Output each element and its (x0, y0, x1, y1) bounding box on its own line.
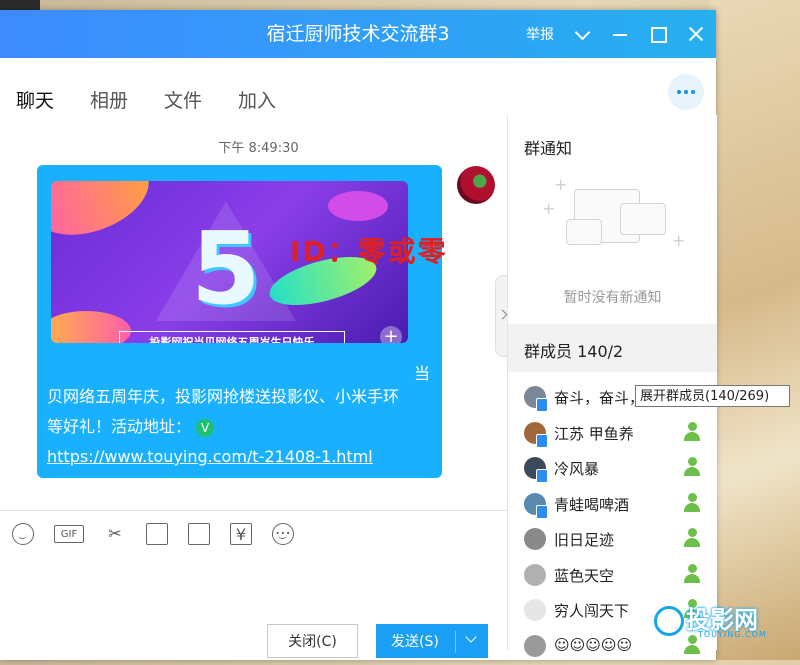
maximize-icon[interactable] (648, 24, 668, 44)
member-name: ☺☺☺☺☺ (554, 636, 632, 654)
members-count: 群成员 140/2 (524, 338, 623, 362)
scissors-icon[interactable]: ✂ (104, 523, 126, 545)
member-item[interactable]: 蓝色天空 (508, 559, 717, 595)
close-button[interactable]: 关闭(C) (267, 624, 358, 658)
message-bubble[interactable]: 5 投影网祝当贝网络五周岁生日快乐 + 贝网络五周年庆，投影网抢楼送投影仪、小米… (37, 165, 442, 478)
member-item[interactable]: 青蛙喝啤酒 (508, 488, 717, 524)
chat-bubble-illustration (566, 219, 602, 245)
activity-link[interactable]: https://www.touying.com/t-21408-1.html (47, 447, 373, 466)
send-button[interactable]: 发送(S) (376, 624, 488, 658)
notice-empty-text: 暂时没有新通知 (508, 287, 717, 307)
phone-online-icon (536, 469, 548, 483)
more-icon[interactable]: ⋯ (272, 523, 294, 545)
title-bar[interactable]: 宿迁厨师技术交流群3 举报 (0, 10, 716, 58)
group-notice-title: 群通知 (524, 135, 572, 159)
chat-area[interactable]: 下午 8:49:30 5 投影网祝当贝网络五周岁生日快乐 + 贝网络五周年庆，投… (0, 115, 507, 510)
plus-icon: + (542, 199, 555, 218)
banner-shape (328, 191, 388, 221)
member-name: 奋斗，奋斗， (554, 387, 644, 408)
member-item[interactable]: 旧日足迹 (508, 523, 717, 559)
avatar (524, 599, 546, 621)
logo-subtext: TOUYING.COM (698, 630, 767, 639)
message-text: 贝网络五周年庆，投影网抢楼送投影仪、小米手环 等好礼！活动地址： V https… (47, 382, 437, 472)
banner-shape (51, 181, 159, 249)
member-role-icon (683, 421, 701, 443)
member-name: 青蛙喝啤酒 (554, 494, 629, 515)
members-header[interactable]: 群成员 140/2 (508, 324, 717, 372)
image-icon[interactable] (188, 523, 210, 545)
member-item[interactable]: 江苏 甲鱼养 (508, 417, 717, 453)
expand-members-tooltip: 展开群成员(140/269) (635, 385, 790, 407)
title-bar-controls: 举报 (526, 10, 706, 58)
close-icon[interactable] (686, 24, 706, 44)
send-divider (455, 631, 456, 653)
watermark-text: ID：零或零 (290, 230, 448, 270)
logo-mark-icon (654, 606, 684, 636)
phone-online-icon (536, 434, 548, 448)
message-trailing-char: 当 (414, 360, 430, 384)
member-role-icon (683, 492, 701, 514)
empty-notice-illustration: + + + (548, 175, 678, 265)
red-packet-icon[interactable]: ¥ (230, 523, 252, 545)
smile-icon[interactable] (12, 523, 34, 545)
send-options-chevron-icon[interactable] (465, 631, 476, 642)
chevron-down-icon[interactable] (572, 24, 592, 44)
member-name: 江苏 甲鱼养 (554, 423, 634, 444)
phone-online-icon (536, 505, 548, 519)
message-line: 等好礼！活动地址： V (47, 412, 437, 442)
avatar (524, 635, 546, 657)
screenshot-icon[interactable] (146, 523, 168, 545)
plus-icon: + (672, 231, 685, 250)
desktop-background-right (710, 0, 800, 660)
message-line: 贝网络五周年庆，投影网抢楼送投影仪、小米手环 (47, 382, 437, 412)
input-toolbar: GIF ✂ ¥ ⋯ (0, 510, 507, 556)
avatar (524, 528, 546, 550)
member-name: 旧日足迹 (554, 529, 614, 550)
plus-icon: + (554, 175, 567, 194)
verified-icon: V (196, 419, 214, 437)
send-label: 发送(S) (391, 625, 439, 659)
banner-number: 5 (191, 219, 261, 319)
member-role-icon (683, 456, 701, 478)
chat-bubble-illustration (620, 203, 666, 235)
avatar (524, 564, 546, 586)
gif-icon[interactable]: GIF (54, 525, 84, 543)
minimize-icon[interactable] (610, 24, 630, 44)
member-role-icon (683, 527, 701, 549)
sender-avatar[interactable] (457, 166, 495, 204)
message-timestamp: 下午 8:49:30 (0, 137, 517, 156)
phone-online-icon (536, 398, 548, 412)
report-button[interactable]: 举报 (526, 24, 554, 44)
member-item[interactable]: 冷风暴 (508, 452, 717, 488)
group-sidebar: 群通知 + + + 暂时没有新通知 群成员 140/2 奋斗，奋斗， 江苏 甲鱼… (507, 115, 717, 650)
zoom-plus-icon[interactable]: + (380, 326, 402, 343)
message-line-text: 等好礼！活动地址： (47, 417, 191, 436)
member-name: 蓝色天空 (554, 565, 614, 586)
banner-caption: 投影网祝当贝网络五周岁生日快乐 (119, 331, 345, 343)
member-name: 穷人闯天下 (554, 600, 629, 621)
more-options-button[interactable] (668, 74, 704, 110)
member-role-icon (683, 563, 701, 585)
member-name: 冷风暴 (554, 458, 599, 479)
